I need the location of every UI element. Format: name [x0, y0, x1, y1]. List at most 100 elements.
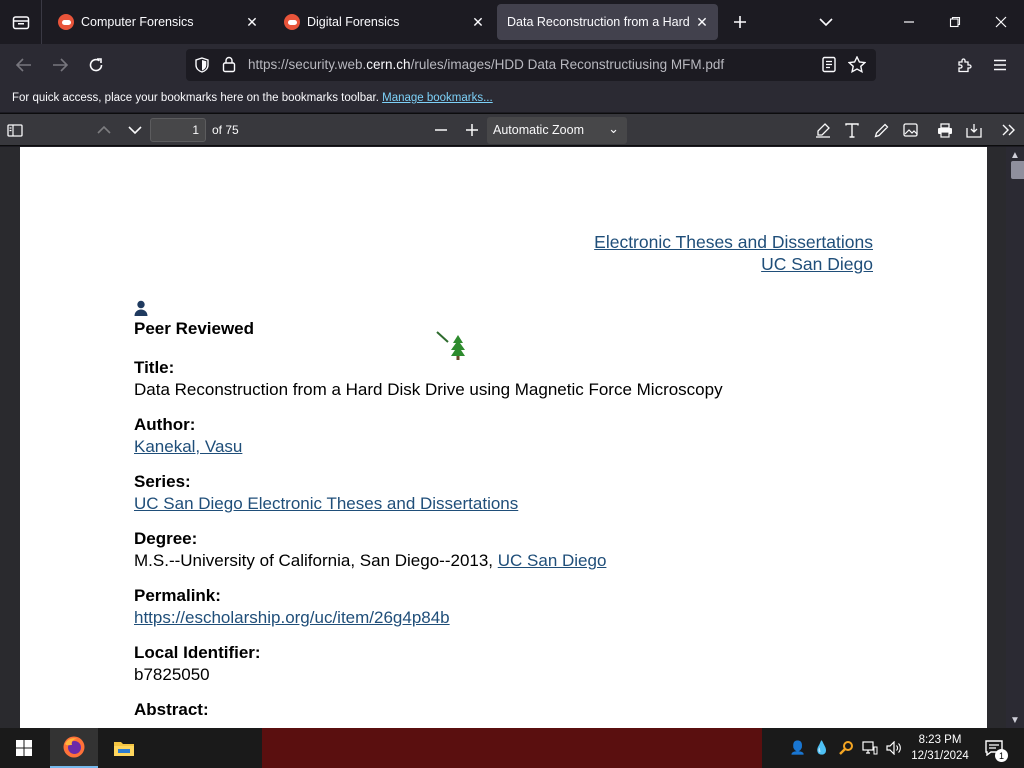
degree-uc-san-diego-link[interactable]: UC San Diego	[498, 551, 607, 570]
pdf-viewer[interactable]: Electronic Theses and Dissertations UC S…	[0, 147, 1024, 728]
restore-icon	[949, 16, 961, 28]
taskbar-file-explorer[interactable]	[100, 728, 148, 768]
zoom-select[interactable]: Automatic Zoom ⌄	[487, 117, 627, 144]
app-menu-button[interactable]	[985, 50, 1015, 80]
start-button[interactable]	[0, 728, 48, 768]
new-tab-button[interactable]	[726, 8, 754, 36]
minimize-button[interactable]	[886, 0, 932, 44]
desktop-wallpaper-strip	[262, 728, 762, 768]
series-link[interactable]: UC San Diego Electronic Theses and Disse…	[134, 494, 518, 514]
peer-reviewed-label: Peer Reviewed	[134, 319, 255, 338]
tools-button[interactable]	[996, 117, 1022, 143]
header-links: Electronic Theses and Dissertations UC S…	[594, 231, 873, 275]
double-chevron-right-icon	[1002, 124, 1015, 136]
electronic-theses-link[interactable]: Electronic Theses and Dissertations	[594, 231, 873, 253]
windows-taskbar: 👤 💧 8:23 PM 12/31/2024 1	[0, 728, 1024, 768]
puzzle-piece-icon	[958, 58, 972, 73]
notification-count-badge: 1	[995, 749, 1008, 762]
taskbar-firefox[interactable]	[50, 728, 98, 768]
network-icon[interactable]	[862, 740, 878, 756]
permalink-link[interactable]: https://escholarship.org/uc/item/26g4p84…	[134, 608, 450, 628]
abstract-label: Abstract:	[134, 700, 209, 719]
printer-icon	[938, 122, 952, 138]
extensions-button[interactable]	[950, 50, 980, 80]
close-tab-icon[interactable]: ✕	[690, 10, 714, 34]
tracking-protection-shield-icon[interactable]	[194, 57, 210, 78]
page-number-input[interactable]	[150, 118, 206, 142]
reader-view-icon[interactable]	[822, 56, 836, 78]
highlighter-icon	[816, 123, 830, 138]
highlight-button[interactable]	[810, 117, 836, 143]
firefox-view-icon	[12, 16, 29, 30]
scroll-down-arrow-icon[interactable]: ▼	[1006, 712, 1024, 728]
reload-button[interactable]	[81, 50, 111, 80]
zoom-out-button[interactable]	[428, 117, 454, 143]
close-tab-icon[interactable]: ✕	[466, 10, 490, 34]
close-window-button[interactable]	[978, 0, 1024, 44]
author-link[interactable]: Kanekal, Vasu	[134, 437, 242, 457]
reddit-favicon-icon	[284, 14, 300, 30]
draw-button[interactable]	[868, 117, 894, 143]
list-all-tabs-button[interactable]	[812, 8, 840, 36]
windows-logo-icon	[16, 740, 32, 756]
clock-date: 12/31/2024	[911, 750, 969, 762]
title-label: Title:	[134, 358, 175, 377]
tab-title: Computer Forensics	[81, 15, 194, 29]
bookmark-star-icon[interactable]	[847, 55, 867, 78]
add-text-button[interactable]	[839, 117, 865, 143]
next-page-button[interactable]	[122, 117, 148, 143]
degree-label: Degree:	[134, 529, 198, 548]
people-icon[interactable]: 👤	[790, 740, 806, 756]
title-value: Data Reconstruction from a Hard Disk Dri…	[134, 380, 723, 399]
minimize-icon	[904, 21, 914, 23]
uc-san-diego-link[interactable]: UC San Diego	[594, 253, 873, 275]
back-button[interactable]	[9, 50, 39, 80]
tab-data-reconstruction[interactable]: Data Reconstruction from a Hard Disk Dri…	[497, 4, 718, 40]
text-icon	[845, 122, 859, 138]
folder-icon	[114, 742, 134, 756]
bookmarks-toolbar: For quick access, place your bookmarks h…	[0, 86, 1024, 112]
pdf-toolbar: of 75 Automatic Zoom ⌄	[0, 113, 1024, 146]
zoom-value: Automatic Zoom	[493, 123, 585, 137]
degree-text: M.S.--University of California, San Dieg…	[134, 551, 498, 570]
save-button[interactable]	[961, 117, 987, 143]
tab-computer-forensics[interactable]: Computer Forensics ✕	[44, 4, 268, 40]
url-text[interactable]: https://security.web.cern.ch/rules/image…	[248, 57, 724, 72]
forward-button[interactable]	[45, 50, 75, 80]
local-identifier-label: Local Identifier:	[134, 643, 261, 662]
download-icon	[966, 123, 982, 138]
volume-icon[interactable]	[886, 740, 902, 756]
sidebar-icon	[7, 123, 23, 137]
zoom-in-button[interactable]	[459, 117, 485, 143]
firefox-view-button[interactable]	[0, 0, 42, 44]
firefox-icon	[63, 736, 85, 758]
arrow-left-icon	[16, 58, 31, 72]
vertical-scrollbar[interactable]: ▲ ▼	[1006, 147, 1024, 728]
reddit-favicon-icon	[58, 14, 74, 30]
scrollbar-thumb[interactable]	[1011, 161, 1024, 179]
url-prefix: https://security.web.	[248, 57, 367, 72]
restore-button[interactable]	[932, 0, 978, 44]
manage-bookmarks-link[interactable]: Manage bookmarks...	[382, 92, 493, 104]
person-icon	[134, 300, 148, 316]
url-bar[interactable]: https://security.web.cern.ch/rules/image…	[186, 49, 876, 81]
local-identifier-value: b7825050	[134, 665, 210, 684]
notification-center-button[interactable]: 1	[982, 736, 1008, 762]
search-key-icon[interactable]	[838, 740, 854, 756]
tab-digital-forensics[interactable]: Digital Forensics ✕	[270, 4, 494, 40]
page-count: of 75	[212, 123, 239, 137]
water-drop-icon[interactable]: 💧	[814, 740, 830, 756]
reload-icon	[89, 58, 103, 72]
lock-icon[interactable]	[222, 56, 236, 78]
close-tab-icon[interactable]: ✕	[240, 10, 264, 34]
series-label: Series:	[134, 472, 191, 491]
url-domain: cern.ch	[366, 57, 411, 72]
print-button[interactable]	[932, 117, 958, 143]
previous-page-button[interactable]	[91, 117, 117, 143]
clock-time: 8:23 PM	[918, 734, 962, 746]
add-image-button[interactable]	[897, 117, 923, 143]
pdf-page: Electronic Theses and Dissertations UC S…	[20, 147, 987, 728]
chevron-up-icon	[97, 125, 111, 134]
system-clock[interactable]: 8:23 PM 12/31/2024	[905, 732, 975, 764]
toggle-sidebar-button[interactable]	[2, 117, 28, 143]
